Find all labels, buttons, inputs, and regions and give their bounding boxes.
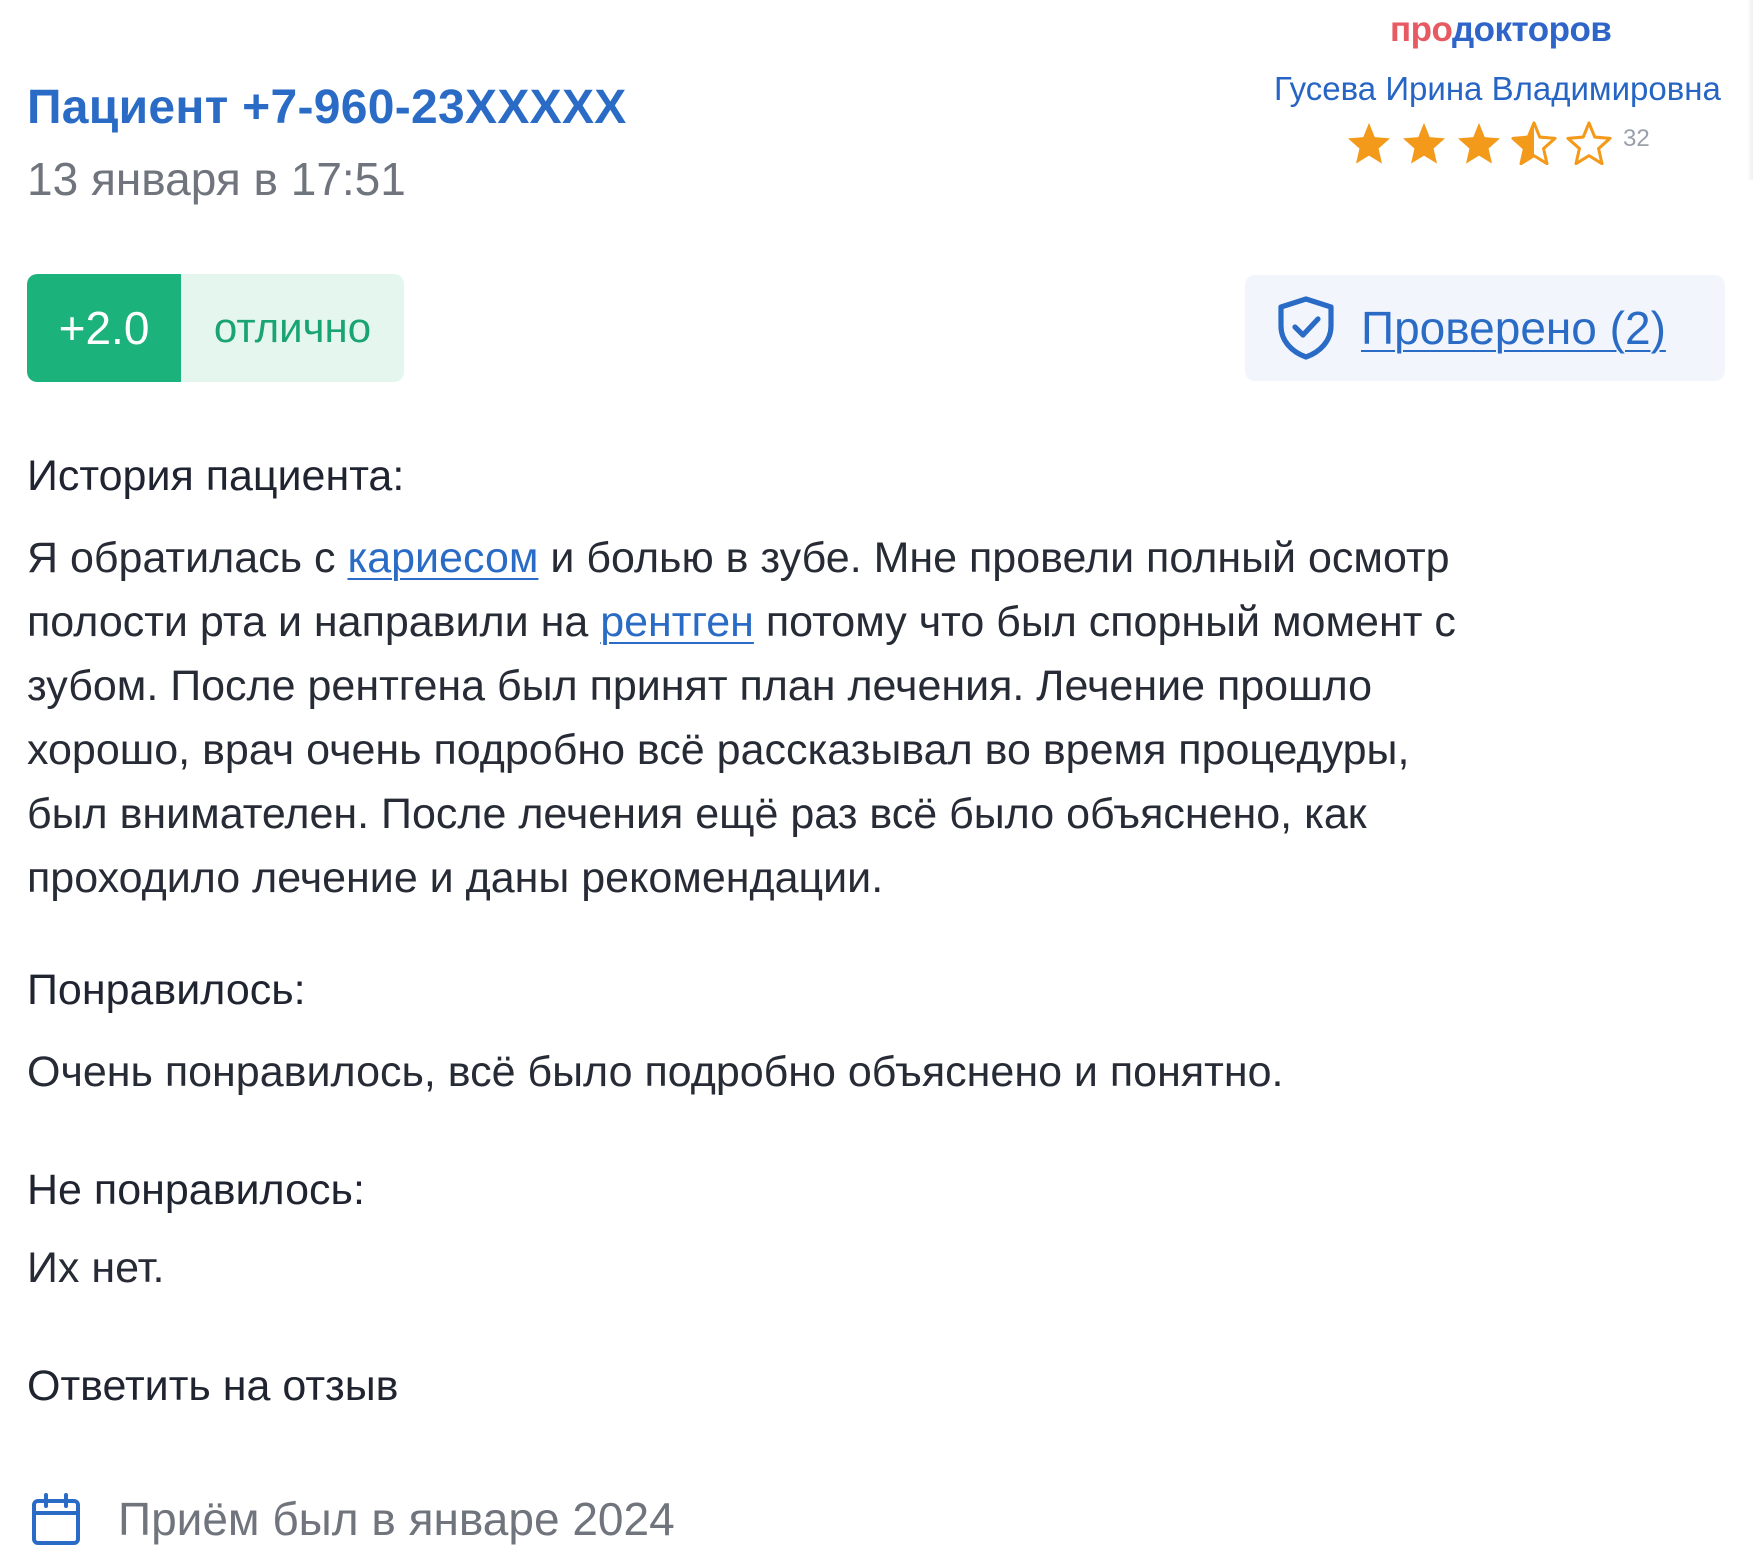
reviews-count: 32 [1623, 125, 1650, 152]
card-edge-shadow [1747, 0, 1753, 180]
history-text-segment: полости рта и направили на [27, 598, 601, 646]
history-text-segment: потому что был спорный момент с [753, 598, 1456, 646]
history-text: Я обратилась с кариесом и болью в зубе. … [27, 526, 1727, 910]
history-text-segment: и болью в зубе. Мне провели полный осмот… [538, 534, 1450, 582]
xray-link[interactable]: рентген [600, 598, 754, 646]
score-value: +2.0 [27, 274, 181, 382]
shield-check-icon [1278, 296, 1334, 360]
score-label: отлично [213, 304, 372, 351]
prodoctorov-logo[interactable]: продокторов [1390, 10, 1612, 50]
liked-line: Очень понравилось, всё было подробно объ… [27, 1048, 1284, 1096]
visit-date-text: Приём был в январе 2024 [118, 1493, 675, 1545]
verified-badge[interactable]: Проверено (2) [1245, 275, 1725, 381]
visit-date-row: Приём был в январе 2024 [30, 1486, 675, 1552]
rating-stars: 32 [1346, 118, 1650, 168]
history-heading: История пациента: [27, 452, 405, 500]
calendar-icon [32, 1493, 80, 1545]
review-author: Пациент +7-960-23XXXXX [27, 81, 627, 134]
history-line-4: хорошо, врач очень подробно всё рассказы… [27, 726, 1410, 774]
reply-to-review-button[interactable]: Ответить на отзыв [27, 1362, 398, 1411]
star-empty-icon [1566, 121, 1612, 165]
star-full-icon [1347, 122, 1391, 164]
disliked-heading: Не понравилось: [27, 1166, 365, 1214]
liked-heading: Понравилось: [27, 966, 306, 1014]
disliked-text: Их нет. [27, 1236, 1727, 1300]
brand-prefix: про [1390, 10, 1452, 49]
history-line-5: был внимателен. После лечения ещё раз вс… [27, 790, 1367, 838]
history-line-6: проходило лечение и даны рекомендации. [27, 854, 884, 902]
star-half-icon [1511, 121, 1557, 165]
score-badge: +2.0 отлично [27, 274, 404, 382]
history-line-3: зубом. После рентгена был принят план ле… [27, 662, 1373, 710]
liked-text: Очень понравилось, всё было подробно объ… [27, 1040, 1727, 1104]
disliked-line: Их нет. [27, 1244, 165, 1292]
star-full-icon [1402, 122, 1446, 164]
verified-link[interactable]: Проверено (2) [1361, 301, 1666, 355]
caries-link[interactable]: кариесом [347, 534, 538, 582]
history-line-2: полости рта и направили на рентген потом… [27, 590, 1727, 654]
doctor-name-link[interactable]: Гусева Ирина Владимировна [1274, 70, 1721, 108]
star-full-icon [1457, 122, 1501, 164]
brand-rest: докторов [1451, 10, 1612, 49]
history-line-1: Я обратилась с кариесом и болью в зубе. … [27, 526, 1727, 590]
history-text-segment: Я обратилась с [27, 534, 348, 582]
prodoctorov-card: продокторов Гусева Ирина Владимировна 32 [1240, 0, 1753, 180]
review-date: 13 января в 17:51 [27, 153, 406, 205]
